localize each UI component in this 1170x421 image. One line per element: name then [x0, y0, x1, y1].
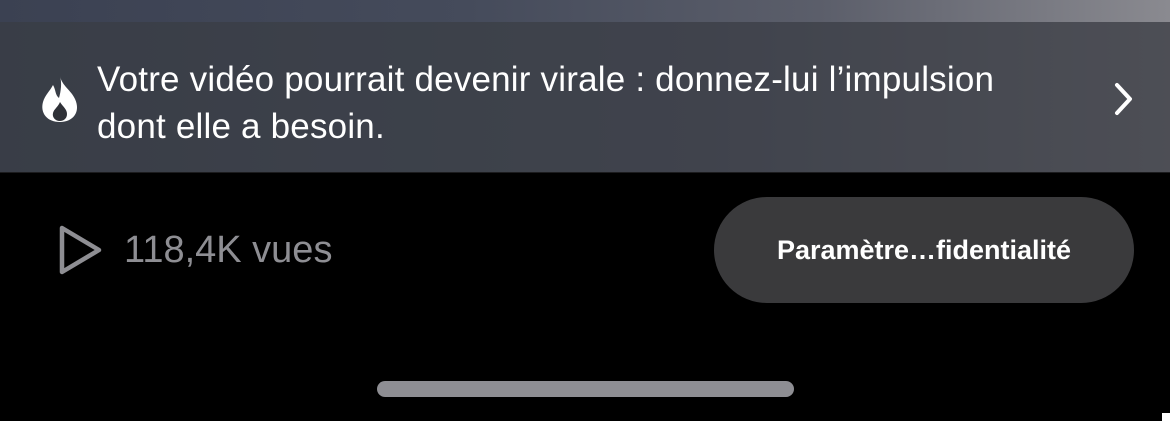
video-preview[interactable]: Votre vidéo pourrait devenir virale : do…: [0, 0, 1170, 172]
video-top-strip: [0, 0, 1170, 22]
video-details-screen: Votre vidéo pourrait devenir virale : do…: [0, 0, 1170, 421]
stats-row: 118,4K vues Paramètre…fidentialité: [0, 173, 1170, 333]
views-label: 118,4K vues: [124, 228, 333, 271]
play-icon: [59, 225, 102, 275]
home-indicator[interactable]: [377, 381, 794, 397]
chevron-right-icon[interactable]: [1108, 80, 1138, 118]
fire-icon: [42, 76, 78, 122]
boost-promo-banner[interactable]: Votre vidéo pourrait devenir virale : do…: [0, 22, 1170, 172]
promo-message: Votre vidéo pourrait devenir virale : do…: [97, 60, 995, 146]
view-count: 118,4K vues: [56, 223, 332, 277]
privacy-settings-button[interactable]: Paramètre…fidentialité: [714, 197, 1134, 303]
screen-corner: [1162, 413, 1170, 421]
